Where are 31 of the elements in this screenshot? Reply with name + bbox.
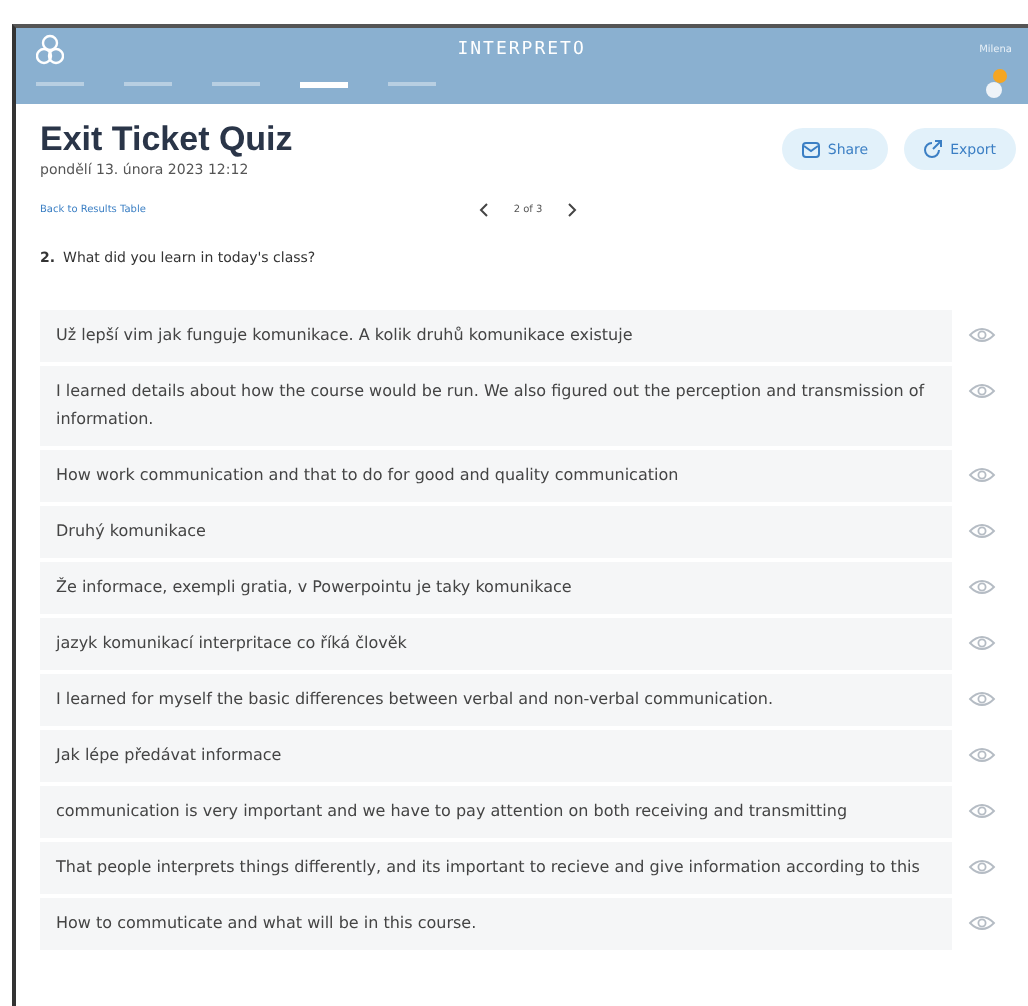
answer-row: communication is very important and we have to pay attention on both receiving and transmitting [40, 786, 952, 838]
answer-row: How work communication and that to do for good and quality communication [40, 450, 952, 502]
quiz-title: Exit Ticket Quiz [40, 120, 293, 160]
eye-icon[interactable] [968, 382, 996, 400]
eye-icon[interactable] [968, 326, 996, 344]
previous-icon[interactable] [477, 202, 490, 218]
nav-tab[interactable] [300, 81, 348, 87]
answer-row: Že informace, exempli gratia, v Powerpointu je taky komunikace [40, 562, 952, 614]
eye-icon[interactable] [968, 690, 996, 708]
answer-row: That people interprets things differently, and its important to recieve and give information according to this [40, 842, 952, 894]
mail-icon [801, 141, 820, 157]
answer-row: Už lepší vim jak funguje komunikace. A kolik druhů komunikace existuje [40, 310, 952, 362]
export-icon [924, 140, 943, 158]
eye-icon[interactable] [968, 522, 996, 540]
eye-icon[interactable] [968, 914, 996, 932]
answer-row: Druhý komunikace [40, 506, 952, 558]
eye-icon[interactable] [968, 634, 996, 652]
answer-row: Jak lépe předávat informace [40, 730, 952, 782]
answer-row: jazyk komunikací interpritace co říká člověk [40, 618, 952, 670]
answer-row: I learned for myself the basic differences between verbal and non-verbal communication. [40, 674, 952, 726]
eye-icon[interactable] [968, 578, 996, 596]
logo-icon [36, 34, 64, 66]
avatar-icon[interactable] [980, 68, 1012, 100]
answer-row: How to commuticate and what will be in this course. [40, 898, 952, 950]
next-icon[interactable] [566, 202, 579, 218]
app-title: INTERPRETO [457, 40, 586, 60]
eye-icon[interactable] [968, 746, 996, 764]
answer-row: I learned details about how the course would be run. We also figured out the perception and transmission of information. [40, 366, 952, 446]
eye-icon[interactable] [968, 802, 996, 820]
eye-icon[interactable] [968, 466, 996, 484]
eye-icon[interactable] [968, 858, 996, 876]
